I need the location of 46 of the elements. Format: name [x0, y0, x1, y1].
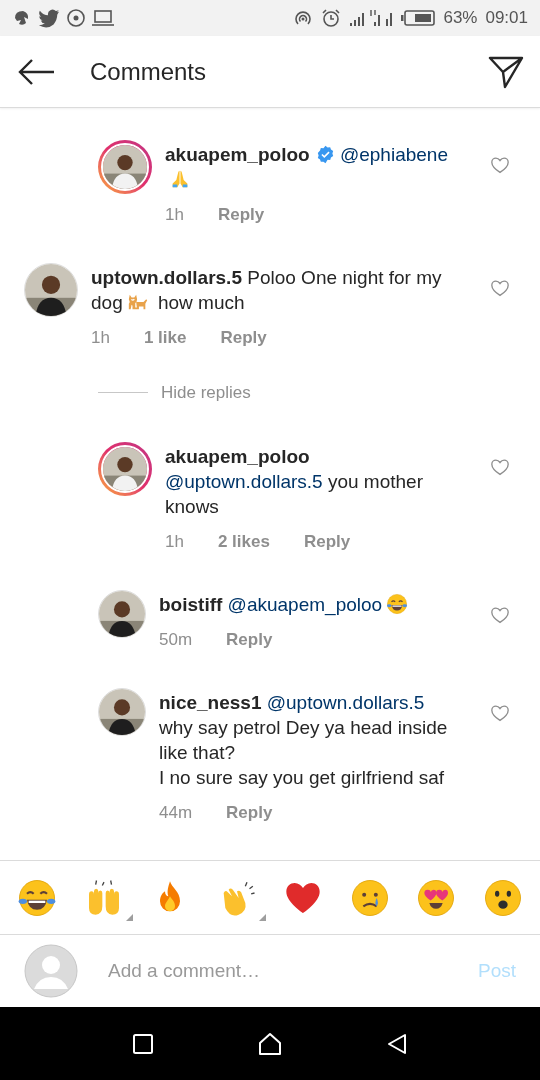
- like-heart-icon[interactable]: [490, 156, 510, 174]
- heart-eyes-emoji-icon: [416, 877, 457, 918]
- wow-emoji-icon: [482, 877, 523, 918]
- clock: 09:01: [485, 7, 528, 30]
- like-heart-icon[interactable]: [490, 703, 510, 722]
- battery-icon: [401, 9, 436, 27]
- reply-link[interactable]: Reply: [226, 626, 273, 652]
- send-icon[interactable]: [488, 54, 524, 89]
- reply-link[interactable]: Reply: [217, 202, 265, 227]
- reply-link[interactable]: Reply: [226, 799, 273, 825]
- avatar-placeholder-icon: [24, 944, 78, 998]
- like-heart-icon[interactable]: [490, 279, 510, 297]
- recent-apps-icon[interactable]: [131, 1031, 155, 1056]
- comment-time: 1h: [165, 530, 184, 553]
- comment-input[interactable]: Add a comment…: [108, 956, 448, 986]
- like-heart-icon[interactable]: [490, 605, 510, 624]
- laugh-emoji-icon: [386, 592, 409, 615]
- signal-icon: [349, 8, 394, 28]
- page-title: Comments: [90, 56, 208, 87]
- laugh-emoji-icon: [17, 877, 58, 918]
- hide-replies-link[interactable]: Hide replies: [161, 380, 251, 406]
- reply-link[interactable]: Reply: [220, 325, 267, 350]
- cry-emoji-icon: [349, 877, 390, 918]
- more-indicator-icon: [258, 913, 266, 921]
- comment-time: 44m: [159, 801, 193, 824]
- comment-text: akuapem_poloo @ephiabene: [165, 142, 453, 192]
- comment-text: nice_ness1 @uptown.dollars.5 why say petrol Dey ya head inside like that? I no sure say you get girlfriend saf: [159, 690, 449, 790]
- comment-text: boistiff @akuapem_poloo: [159, 591, 453, 617]
- comment-text: akuapem_poloo @uptown.dollars.5 you mother knows: [165, 444, 424, 519]
- reply-link[interactable]: Reply: [303, 528, 351, 554]
- comment-time: 1h: [165, 204, 184, 226]
- likes-count[interactable]: 1 like: [143, 325, 187, 350]
- back-arrow-icon[interactable]: [16, 56, 56, 87]
- back-icon[interactable]: [385, 1031, 409, 1056]
- battery-percent: 63%: [443, 7, 478, 30]
- alarm-clock-icon: [321, 8, 342, 28]
- disc-icon: [66, 8, 86, 28]
- comment-time: 50m: [159, 628, 193, 651]
- laptop-icon: [92, 8, 114, 28]
- more-indicator-icon: [125, 913, 133, 921]
- bird-icon: [38, 8, 60, 28]
- comment-text: uptown.dollars.5 Poloo One night for my dog how much: [91, 266, 443, 315]
- home-icon[interactable]: [257, 1030, 283, 1057]
- comment-time: 1h: [91, 327, 110, 349]
- like-heart-icon[interactable]: [490, 457, 510, 476]
- likes-count[interactable]: 2 likes: [217, 528, 270, 554]
